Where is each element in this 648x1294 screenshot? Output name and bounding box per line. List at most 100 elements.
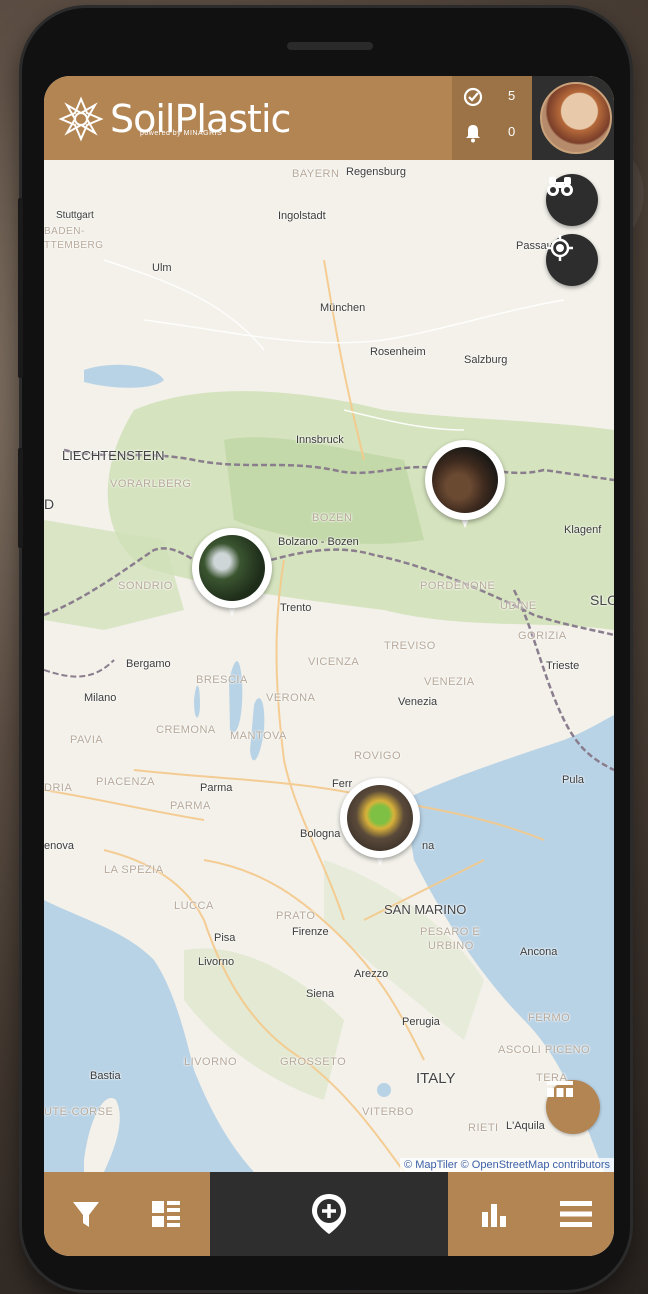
map-label: München <box>320 302 366 314</box>
sample-photo <box>432 447 498 513</box>
map-attribution[interactable]: © MapTiler © OpenStreetMap contributors <box>400 1158 614 1172</box>
map-label: Innsbruck <box>296 434 344 446</box>
sample-photo <box>347 785 413 851</box>
map-label: LIVORNO <box>184 1056 238 1068</box>
bottom-toolbar-right <box>448 1172 614 1256</box>
map-label: Parma <box>200 782 233 794</box>
map-label: PESARO E <box>420 926 481 938</box>
map-label: DRIA <box>44 782 73 794</box>
map-label: VENEZIA <box>424 676 475 688</box>
map-label: Siena <box>306 988 335 1000</box>
map-label: Milano <box>84 692 117 704</box>
menu-button[interactable] <box>552 1190 600 1238</box>
map-view[interactable]: BAYERN Regensburg Stuttgart BADEN- TTEMB… <box>44 160 614 1172</box>
profile-area <box>532 76 614 160</box>
map-label: ASCOLI PICENO <box>498 1044 591 1056</box>
map-label: UTE-CORSE <box>44 1106 114 1118</box>
checks-counter[interactable]: 5 <box>462 86 515 108</box>
map-label: Rosenheim <box>370 346 426 358</box>
filter-icon <box>73 1202 99 1227</box>
filter-button[interactable] <box>62 1190 110 1238</box>
crosshair-icon <box>547 235 573 261</box>
map-label: CREMONA <box>156 724 216 736</box>
map-label: Regensburg <box>346 166 406 178</box>
map-label: Trento <box>280 602 312 614</box>
map-label: Venezia <box>398 696 438 708</box>
map-label: FERMO <box>528 1012 571 1024</box>
add-location-icon <box>312 1194 346 1234</box>
map-label: VERONA <box>266 692 316 704</box>
search-area-button[interactable] <box>546 174 598 226</box>
map-label: enova <box>44 840 74 852</box>
sample-location-pin[interactable] <box>192 528 272 620</box>
status-counters: 5 0 <box>452 76 532 160</box>
map-label: BRESCIA <box>196 674 248 686</box>
map-label: VORARLBERG <box>110 478 192 490</box>
map-label: Bergamo <box>126 658 171 670</box>
map-label: URBINO <box>428 940 474 952</box>
notifications-counter[interactable]: 0 <box>462 122 515 144</box>
map-label: PAVIA <box>70 734 104 746</box>
map-label: BOZEN <box>312 512 353 524</box>
map-label: D <box>44 496 55 512</box>
map-label: PORDENONE <box>420 580 496 592</box>
app-header: SoilPlastic powered by MINAGRIS 5 0 <box>44 76 614 160</box>
bottom-toolbar-center <box>210 1172 448 1256</box>
map-label: Ulm <box>152 262 172 274</box>
map-label: LUCCA <box>174 900 214 912</box>
sample-photo <box>199 535 265 601</box>
map-label: Arezzo <box>354 968 389 980</box>
list-view-button[interactable] <box>142 1190 190 1238</box>
locate-me-button[interactable] <box>546 234 598 286</box>
map-label: Bolzano - Bozen <box>278 536 359 548</box>
timeline-icon <box>547 1081 573 1097</box>
map-label: SONDRIO <box>118 580 173 592</box>
map-label: SAN MARINO <box>384 902 467 917</box>
list-view-icon <box>152 1201 180 1227</box>
map-label: ROVIGO <box>354 750 402 762</box>
map-label: SLO <box>590 592 614 608</box>
map-label: na <box>422 840 435 852</box>
map-label: GORIZIA <box>518 630 567 642</box>
notifications-count: 0 <box>508 124 516 139</box>
map-label: Stuttgart <box>56 210 94 221</box>
binoculars-icon <box>547 177 573 196</box>
menu-icon <box>560 1201 592 1227</box>
map-label: Salzburg <box>464 354 508 366</box>
statistics-button[interactable] <box>470 1190 518 1238</box>
map-label: GROSSETO <box>280 1056 347 1068</box>
map-label: Livorno <box>198 956 235 968</box>
map-label: UDINE <box>500 600 537 612</box>
check-circle-icon <box>463 87 483 107</box>
map-label: PIACENZA <box>96 776 156 788</box>
map-label: Pula <box>562 774 585 786</box>
bell-icon <box>466 125 480 143</box>
map-label: TREVISO <box>384 640 436 652</box>
map-label: Firenze <box>292 926 329 938</box>
add-sample-button[interactable] <box>305 1190 353 1238</box>
map-label: L'Aquila <box>506 1120 545 1132</box>
logo-flower-icon <box>58 96 104 142</box>
powered-by: powered by MINAGRIS <box>140 130 223 137</box>
map-label: Perugia <box>402 1016 440 1028</box>
phone-frame: SoilPlastic powered by MINAGRIS 5 0 BAYE… <box>18 8 630 1290</box>
map-label: Bastia <box>90 1070 121 1082</box>
map-label: Trieste <box>546 660 580 672</box>
timeline-button[interactable] <box>546 1080 600 1134</box>
sample-location-pin[interactable] <box>425 440 505 532</box>
map-label: VICENZA <box>308 656 360 668</box>
map-label: Klagenf <box>564 524 602 536</box>
avatar[interactable] <box>540 82 612 154</box>
map-label: LA SPEZIA <box>104 864 164 876</box>
map-label: LIECHTENSTEIN <box>62 448 165 463</box>
app-screen: SoilPlastic powered by MINAGRIS 5 0 BAYE… <box>44 76 614 1256</box>
phone-speaker <box>287 42 373 50</box>
map-label: Bologna <box>300 828 341 840</box>
map-label: Ingolstadt <box>278 210 326 222</box>
map-label: Ancona <box>520 946 558 958</box>
map-label: PARMA <box>170 800 211 812</box>
map-label: PRATO <box>276 910 316 922</box>
sample-location-pin[interactable] <box>340 778 420 870</box>
map-label: ITALY <box>416 1070 456 1087</box>
map-label: Pisa <box>214 932 236 944</box>
